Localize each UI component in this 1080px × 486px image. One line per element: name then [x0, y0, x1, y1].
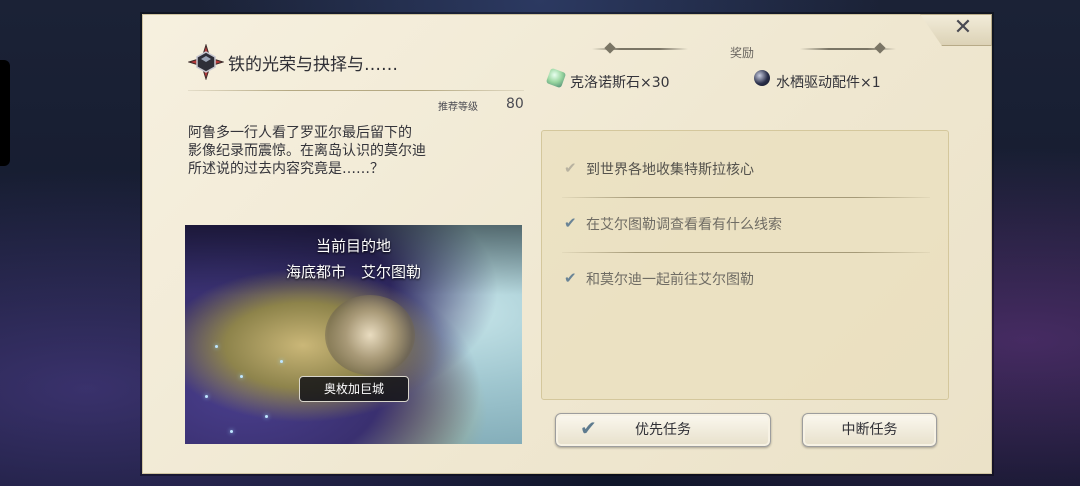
aquatic-drive-part-icon	[754, 70, 770, 86]
objective-divider	[562, 252, 930, 253]
map-place-tag[interactable]: 奥枚加巨城	[299, 376, 409, 402]
recommended-level-value: 80	[506, 96, 524, 112]
title-divider	[188, 90, 524, 91]
objective-item: ✔ 和莫尔迪一起前往艾尔图勒	[562, 269, 932, 323]
priority-quest-label: 优先任务	[635, 422, 691, 438]
map-light	[280, 360, 283, 363]
reward-item-aquatic-drive-part: 水栖驱动配件×1	[776, 75, 881, 91]
check-icon: ✔	[580, 416, 597, 440]
recommended-level-label: 推荐等级	[438, 102, 478, 113]
check-icon: ✔	[564, 214, 577, 232]
check-icon: ✔	[564, 159, 577, 177]
abort-quest-label: 中断任务	[841, 422, 898, 438]
destination-map[interactable]: 当前目的地 海底都市 艾尔图勒 奥枚加巨城	[185, 225, 522, 444]
current-destination-name: 海底都市 艾尔图勒	[285, 263, 421, 281]
screen-notch	[0, 60, 10, 166]
reward-item-chronos-stone: 克洛诺斯石×30	[570, 75, 670, 91]
objective-list: ✔ 到世界各地收集特斯拉核心 ✔ 在艾尔图勒调查看看有什么线索 ✔ 和莫尔迪一起…	[541, 130, 949, 400]
map-light	[240, 375, 243, 378]
close-icon[interactable]: ✕	[952, 17, 974, 39]
map-light	[230, 430, 233, 433]
priority-quest-button[interactable]: ✔ 优先任务	[555, 413, 771, 447]
objective-label: 到世界各地收集特斯拉核心	[586, 162, 754, 178]
objective-item: ✔ 在艾尔图勒调查看看有什么线索	[562, 214, 932, 268]
quest-title: 铁的光荣与抉择与……	[228, 55, 398, 75]
current-destination-label: 当前目的地	[315, 237, 391, 255]
map-light	[215, 345, 218, 348]
objective-item: ✔ 到世界各地收集特斯拉核心	[562, 159, 932, 213]
map-city-marker	[325, 295, 415, 375]
check-icon: ✔	[564, 269, 577, 287]
quest-description: 阿鲁多一行人看了罗亚尔最后留下的 影像纪录而震惊。在离岛认识的莫尔迪 所述说的过…	[188, 125, 426, 177]
map-light	[205, 395, 208, 398]
objective-label: 在艾尔图勒调查看看有什么线索	[586, 217, 782, 233]
map-light	[265, 415, 268, 418]
quest-emblem-icon	[188, 44, 224, 80]
objective-divider	[562, 197, 930, 198]
objective-label: 和莫尔迪一起前往艾尔图勒	[586, 272, 754, 288]
abort-quest-button[interactable]: 中断任务	[802, 413, 937, 447]
reward-header: 奖励	[730, 46, 755, 60]
